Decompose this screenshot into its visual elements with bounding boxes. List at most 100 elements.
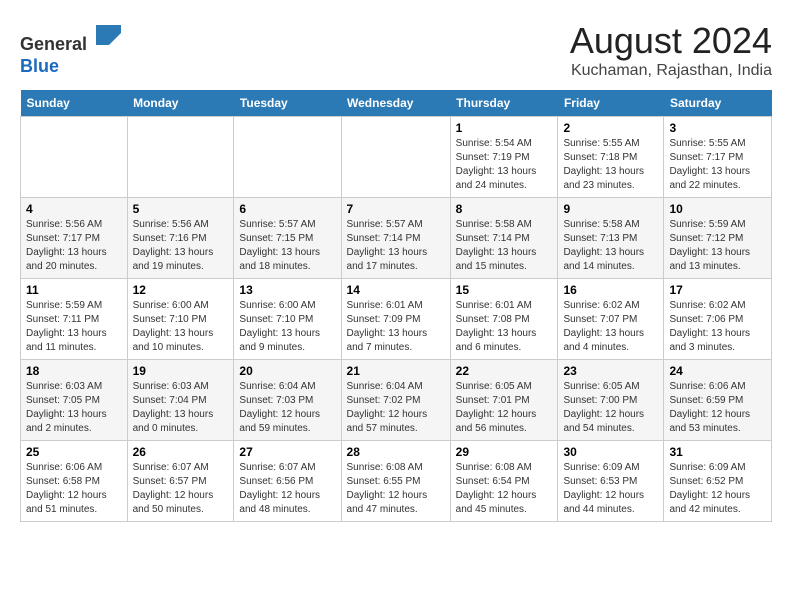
calendar-cell <box>21 117 128 198</box>
calendar-cell: 10 Sunrise: 5:59 AM Sunset: 7:12 PM Dayli… <box>664 198 772 279</box>
day-info: Sunrise: 6:03 AM Sunset: 7:04 PM Dayligh… <box>133 380 229 436</box>
calendar-cell: 1Sunrise: 5:54 AM Sunset: 7:19 PM Daylig… <box>450 117 558 198</box>
weekday-header-friday: Friday <box>558 90 664 117</box>
calendar-cell: 22 Sunrise: 6:05 AM Sunset: 7:01 PM Dayli… <box>450 360 558 441</box>
day-info: Sunrise: 6:00 AM Sunset: 7:10 PM Dayligh… <box>133 299 229 355</box>
day-info: Sunrise: 5:54 AM Sunset: 7:19 PM Dayligh… <box>456 137 553 193</box>
day-number: 3 <box>669 121 766 135</box>
day-info: Sunrise: 6:06 AM Sunset: 6:58 PM Dayligh… <box>26 461 122 517</box>
calendar-cell: 27 Sunrise: 6:07 AM Sunset: 6:56 PM Dayli… <box>234 441 341 522</box>
calendar-cell: 28 Sunrise: 6:08 AM Sunset: 6:55 PM Dayli… <box>341 441 450 522</box>
calendar-week-row: 1Sunrise: 5:54 AM Sunset: 7:19 PM Daylig… <box>21 117 772 198</box>
day-info: Sunrise: 5:55 AM Sunset: 7:17 PM Dayligh… <box>669 137 766 193</box>
day-info: Sunrise: 6:06 AM Sunset: 6:59 PM Dayligh… <box>669 380 766 436</box>
day-number: 8 <box>456 202 553 216</box>
weekday-header-sunday: Sunday <box>21 90 128 117</box>
calendar-title: August 2024 <box>570 20 772 62</box>
calendar-cell: 12Sunrise: 6:00 AM Sunset: 7:10 PM Dayli… <box>127 279 234 360</box>
day-number: 6 <box>239 202 335 216</box>
day-info: Sunrise: 6:07 AM Sunset: 6:57 PM Dayligh… <box>133 461 229 517</box>
weekday-header-monday: Monday <box>127 90 234 117</box>
day-info: Sunrise: 6:02 AM Sunset: 7:07 PM Dayligh… <box>563 299 658 355</box>
calendar-cell: 13 Sunrise: 6:00 AM Sunset: 7:10 PM Dayli… <box>234 279 341 360</box>
calendar-cell: 5 Sunrise: 5:56 AM Sunset: 7:16 PM Daylig… <box>127 198 234 279</box>
day-info: Sunrise: 6:04 AM Sunset: 7:02 PM Dayligh… <box>347 380 445 436</box>
day-number: 24 <box>669 364 766 378</box>
day-number: 5 <box>133 202 229 216</box>
calendar-cell: 11 Sunrise: 5:59 AM Sunset: 7:11 PM Dayli… <box>21 279 128 360</box>
calendar-cell: 23Sunrise: 6:05 AM Sunset: 7:00 PM Dayli… <box>558 360 664 441</box>
logo-blue: Blue <box>20 56 59 76</box>
day-number: 27 <box>239 445 335 459</box>
weekday-header-thursday: Thursday <box>450 90 558 117</box>
day-number: 4 <box>26 202 122 216</box>
day-number: 7 <box>347 202 445 216</box>
day-number: 23 <box>563 364 658 378</box>
day-number: 16 <box>563 283 658 297</box>
day-info: Sunrise: 5:58 AM Sunset: 7:13 PM Dayligh… <box>563 218 658 274</box>
page-header: General Blue August 2024 Kuchaman, Rajas… <box>20 20 772 80</box>
calendar-cell: 19Sunrise: 6:03 AM Sunset: 7:04 PM Dayli… <box>127 360 234 441</box>
day-info: Sunrise: 6:09 AM Sunset: 6:52 PM Dayligh… <box>669 461 766 517</box>
logo-general: General <box>20 34 87 54</box>
day-info: Sunrise: 6:09 AM Sunset: 6:53 PM Dayligh… <box>563 461 658 517</box>
day-info: Sunrise: 6:00 AM Sunset: 7:10 PM Dayligh… <box>239 299 335 355</box>
day-info: Sunrise: 6:05 AM Sunset: 7:01 PM Dayligh… <box>456 380 553 436</box>
day-number: 30 <box>563 445 658 459</box>
calendar-cell <box>234 117 341 198</box>
calendar-cell: 4 Sunrise: 5:56 AM Sunset: 7:17 PM Daylig… <box>21 198 128 279</box>
day-info: Sunrise: 5:56 AM Sunset: 7:17 PM Dayligh… <box>26 218 122 274</box>
calendar-week-row: 4 Sunrise: 5:56 AM Sunset: 7:17 PM Daylig… <box>21 198 772 279</box>
title-section: August 2024 Kuchaman, Rajasthan, India <box>570 20 772 80</box>
weekday-header-tuesday: Tuesday <box>234 90 341 117</box>
weekday-header-wednesday: Wednesday <box>341 90 450 117</box>
day-number: 11 <box>26 283 122 297</box>
day-number: 29 <box>456 445 553 459</box>
day-number: 10 <box>669 202 766 216</box>
logo-icon <box>91 20 121 50</box>
day-number: 15 <box>456 283 553 297</box>
day-number: 14 <box>347 283 445 297</box>
calendar-cell: 7Sunrise: 5:57 AM Sunset: 7:14 PM Daylig… <box>341 198 450 279</box>
calendar-cell: 25Sunrise: 6:06 AM Sunset: 6:58 PM Dayli… <box>21 441 128 522</box>
day-info: Sunrise: 6:08 AM Sunset: 6:54 PM Dayligh… <box>456 461 553 517</box>
day-number: 2 <box>563 121 658 135</box>
calendar-cell: 30 Sunrise: 6:09 AM Sunset: 6:53 PM Dayli… <box>558 441 664 522</box>
day-info: Sunrise: 6:02 AM Sunset: 7:06 PM Dayligh… <box>669 299 766 355</box>
calendar-cell: 14Sunrise: 6:01 AM Sunset: 7:09 PM Dayli… <box>341 279 450 360</box>
calendar-week-row: 18Sunrise: 6:03 AM Sunset: 7:05 PM Dayli… <box>21 360 772 441</box>
calendar-cell: 31 Sunrise: 6:09 AM Sunset: 6:52 PM Dayli… <box>664 441 772 522</box>
day-number: 22 <box>456 364 553 378</box>
day-info: Sunrise: 5:59 AM Sunset: 7:11 PM Dayligh… <box>26 299 122 355</box>
day-info: Sunrise: 6:07 AM Sunset: 6:56 PM Dayligh… <box>239 461 335 517</box>
calendar-cell: 2 Sunrise: 5:55 AM Sunset: 7:18 PM Daylig… <box>558 117 664 198</box>
day-number: 31 <box>669 445 766 459</box>
day-info: Sunrise: 5:55 AM Sunset: 7:18 PM Dayligh… <box>563 137 658 193</box>
calendar-cell: 18Sunrise: 6:03 AM Sunset: 7:05 PM Dayli… <box>21 360 128 441</box>
calendar-cell: 9 Sunrise: 5:58 AM Sunset: 7:13 PM Daylig… <box>558 198 664 279</box>
calendar-table: SundayMondayTuesdayWednesdayThursdayFrid… <box>20 90 772 522</box>
weekday-header-saturday: Saturday <box>664 90 772 117</box>
day-number: 9 <box>563 202 658 216</box>
calendar-cell: 24 Sunrise: 6:06 AM Sunset: 6:59 PM Dayli… <box>664 360 772 441</box>
calendar-cell: 8 Sunrise: 5:58 AM Sunset: 7:14 PM Daylig… <box>450 198 558 279</box>
calendar-cell: 16 Sunrise: 6:02 AM Sunset: 7:07 PM Dayli… <box>558 279 664 360</box>
calendar-cell: 17 Sunrise: 6:02 AM Sunset: 7:06 PM Dayli… <box>664 279 772 360</box>
calendar-cell: 26Sunrise: 6:07 AM Sunset: 6:57 PM Dayli… <box>127 441 234 522</box>
day-number: 28 <box>347 445 445 459</box>
calendar-cell: 21Sunrise: 6:04 AM Sunset: 7:02 PM Dayli… <box>341 360 450 441</box>
day-number: 17 <box>669 283 766 297</box>
calendar-subtitle: Kuchaman, Rajasthan, India <box>570 62 772 80</box>
day-info: Sunrise: 6:01 AM Sunset: 7:08 PM Dayligh… <box>456 299 553 355</box>
day-info: Sunrise: 6:03 AM Sunset: 7:05 PM Dayligh… <box>26 380 122 436</box>
day-info: Sunrise: 5:58 AM Sunset: 7:14 PM Dayligh… <box>456 218 553 274</box>
day-number: 20 <box>239 364 335 378</box>
day-number: 13 <box>239 283 335 297</box>
day-info: Sunrise: 5:59 AM Sunset: 7:12 PM Dayligh… <box>669 218 766 274</box>
day-info: Sunrise: 6:08 AM Sunset: 6:55 PM Dayligh… <box>347 461 445 517</box>
weekday-header-row: SundayMondayTuesdayWednesdayThursdayFrid… <box>21 90 772 117</box>
calendar-cell: 6Sunrise: 5:57 AM Sunset: 7:15 PM Daylig… <box>234 198 341 279</box>
calendar-cell: 20Sunrise: 6:04 AM Sunset: 7:03 PM Dayli… <box>234 360 341 441</box>
calendar-cell: 3 Sunrise: 5:55 AM Sunset: 7:17 PM Daylig… <box>664 117 772 198</box>
day-info: Sunrise: 5:56 AM Sunset: 7:16 PM Dayligh… <box>133 218 229 274</box>
